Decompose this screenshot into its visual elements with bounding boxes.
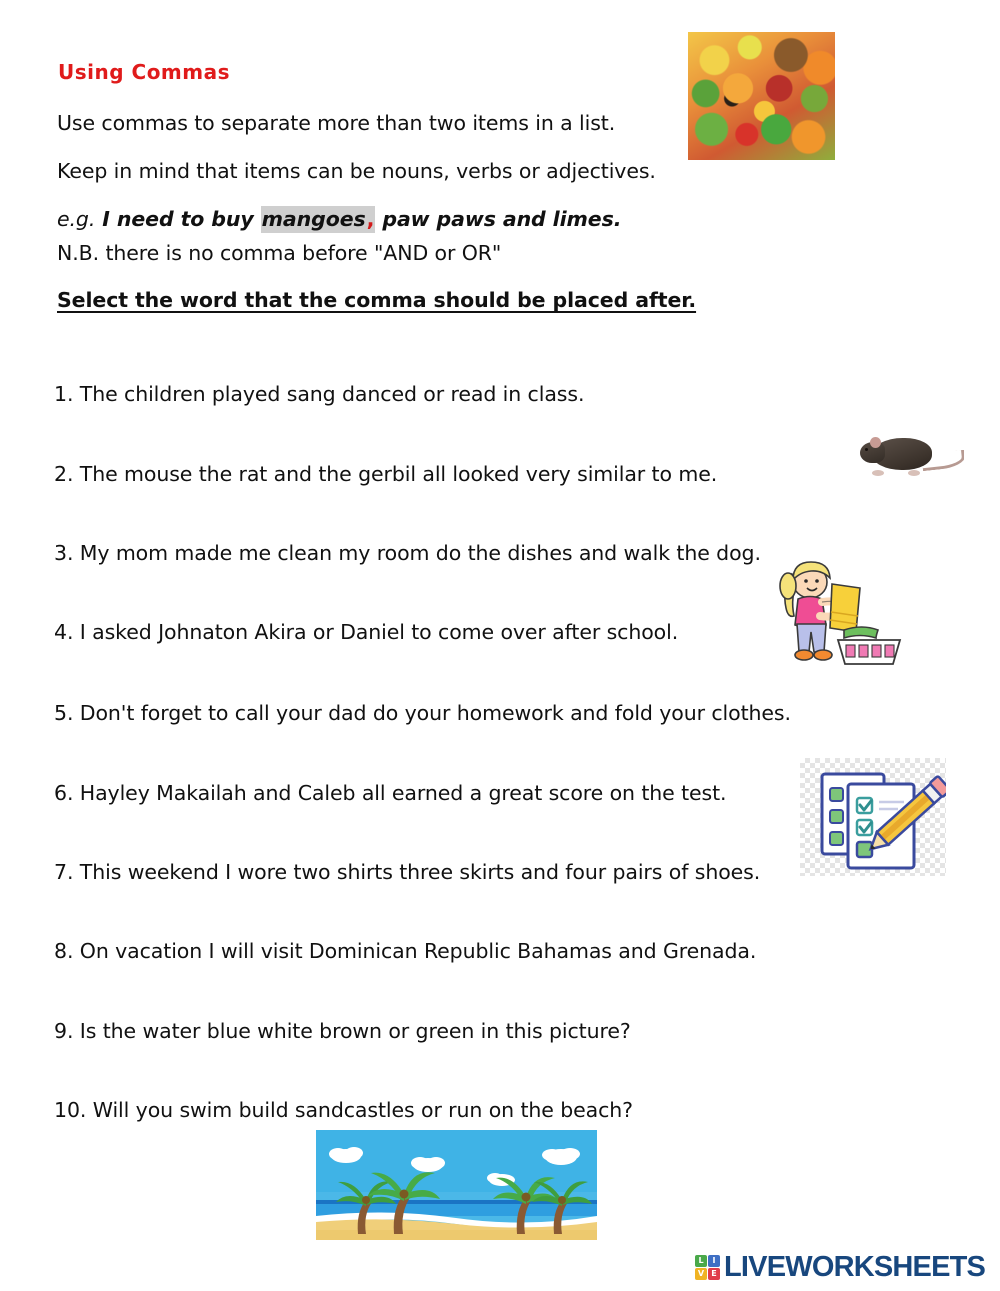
question-number: 1. bbox=[54, 382, 74, 406]
question-text[interactable]: This weekend I wore two shirts three ski… bbox=[80, 860, 760, 884]
tile-letter-v: V bbox=[695, 1267, 707, 1280]
rat-image bbox=[856, 428, 964, 484]
question-item[interactable]: 10. Will you swim build sandcastles or r… bbox=[54, 1098, 633, 1122]
tile-letter-i: I bbox=[708, 1254, 720, 1267]
question-text[interactable]: Will you swim build sandcastles or run o… bbox=[93, 1098, 633, 1122]
question-number: 2. bbox=[54, 462, 74, 486]
question-item[interactable]: 9. Is the water blue white brown or gree… bbox=[54, 1019, 631, 1043]
worksheet-page: Using Commas Use commas to separate more… bbox=[0, 0, 1000, 1291]
example-sentence: e.g. I need to buy mangoes, paw paws and… bbox=[57, 206, 622, 233]
question-text[interactable]: Don't forget to call your dad do your ho… bbox=[80, 701, 791, 725]
example-label: e.g. bbox=[57, 207, 96, 231]
question-number: 4. bbox=[54, 620, 74, 644]
question-number: 9. bbox=[54, 1019, 74, 1043]
checklist-pencil-icon bbox=[820, 772, 946, 870]
beach-palm-trees-image bbox=[316, 1130, 597, 1240]
checklist-with-pencil-image bbox=[800, 758, 946, 876]
instruction-line-2: Keep in mind that items can be nouns, ve… bbox=[57, 159, 656, 183]
liveworksheets-logo[interactable]: L I V E LIVEWORKSHEETS bbox=[695, 1250, 986, 1284]
girl-folding-laundry-image bbox=[766, 554, 914, 672]
question-text[interactable]: I asked Johnaton Akira or Daniel to come… bbox=[80, 620, 678, 644]
question-item[interactable]: 1. The children played sang danced or re… bbox=[54, 382, 584, 406]
highlighted-word[interactable]: mangoes bbox=[260, 206, 367, 233]
example-text-after: paw paws and limes. bbox=[375, 207, 622, 231]
example-text-before: I need to buy bbox=[95, 207, 261, 231]
question-text[interactable]: On vacation I will visit Dominican Repub… bbox=[80, 939, 757, 963]
question-item[interactable]: 6. Hayley Makailah and Caleb all earned … bbox=[54, 781, 727, 805]
instruction-line-1: Use commas to separate more than two ite… bbox=[57, 111, 616, 135]
question-text[interactable]: The children played sang danced or read … bbox=[80, 382, 585, 406]
tile-letter-e: E bbox=[708, 1267, 720, 1280]
question-item[interactable]: 3. My mom made me clean my room do the d… bbox=[54, 541, 769, 565]
question-number: 3. bbox=[54, 541, 74, 565]
rat-foot-shape bbox=[908, 470, 920, 476]
rat-eye-shape bbox=[865, 448, 868, 451]
question-text[interactable]: Is the water blue white brown or green i… bbox=[80, 1019, 631, 1043]
question-text[interactable]: My mom made me clean my room do the dish… bbox=[80, 541, 761, 565]
question-item[interactable]: 4. I asked Johnaton Akira or Daniel to c… bbox=[54, 620, 678, 644]
rat-ear-shape bbox=[870, 437, 881, 448]
task-heading: Select the word that the comma should be… bbox=[57, 288, 697, 312]
live-tiles-icon: L I V E bbox=[695, 1254, 720, 1280]
question-number: 5. bbox=[54, 701, 74, 725]
rat-foot-shape bbox=[872, 470, 884, 476]
question-number: 10. bbox=[54, 1098, 87, 1122]
question-item[interactable]: 5. Don't forget to call your dad do your… bbox=[54, 701, 791, 725]
question-text[interactable]: The mouse the rat and the gerbil all loo… bbox=[80, 462, 717, 486]
tile-letter-l: L bbox=[695, 1254, 707, 1267]
question-item[interactable]: 7. This weekend I wore two shirts three … bbox=[54, 860, 814, 884]
question-number: 6. bbox=[54, 781, 74, 805]
note-line: N.B. there is no comma before "AND or OR… bbox=[57, 241, 502, 265]
question-text[interactable]: Hayley Makailah and Caleb all earned a g… bbox=[80, 781, 727, 805]
question-number: 7. bbox=[54, 860, 74, 884]
question-number: 8. bbox=[54, 939, 74, 963]
liveworksheets-wordmark: LIVEWORKSHEETS bbox=[724, 1250, 986, 1283]
question-item[interactable]: 2. The mouse the rat and the gerbil all … bbox=[54, 462, 717, 486]
question-item[interactable]: 8. On vacation I will visit Dominican Re… bbox=[54, 939, 756, 963]
page-title: Using Commas bbox=[58, 60, 231, 84]
beach-illustration-icon bbox=[316, 1130, 597, 1240]
tropical-fruit-image bbox=[688, 32, 835, 160]
laundry-illustration-icon bbox=[779, 561, 902, 665]
